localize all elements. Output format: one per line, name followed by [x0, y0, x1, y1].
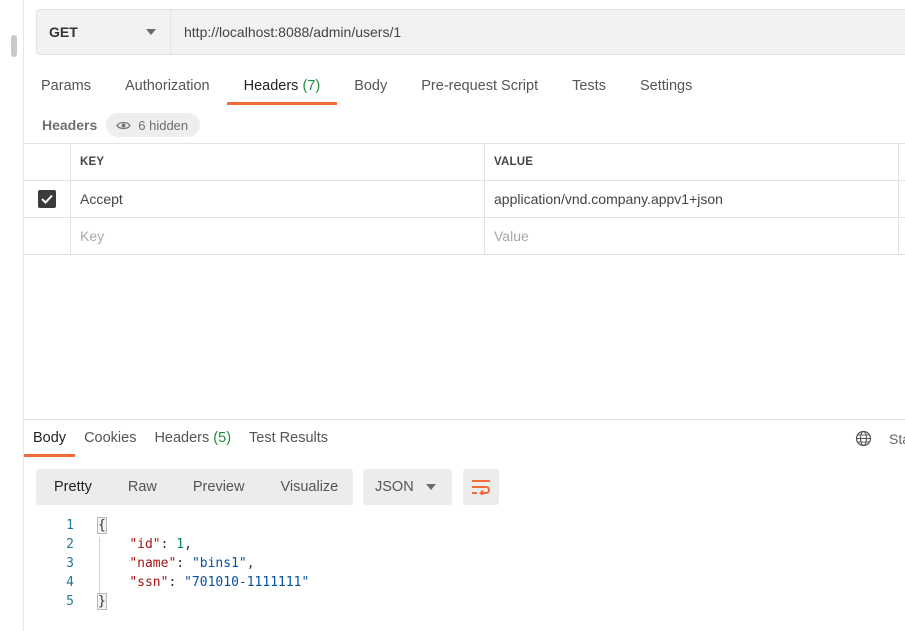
- line-number: 5: [66, 594, 74, 609]
- headers-table: KEY VALUE Accept application/vnd.company…: [24, 143, 905, 255]
- line-number: 3: [66, 556, 74, 571]
- view-preview-button[interactable]: Preview: [175, 469, 263, 505]
- line-number: 4: [66, 575, 74, 590]
- tab-tests[interactable]: Tests: [555, 70, 623, 105]
- wrap-lines-icon: [472, 480, 490, 495]
- tab-label: Params: [41, 78, 91, 94]
- code-line: 4 "ssn": "701010-1111111": [36, 573, 896, 592]
- method-label: GET: [49, 24, 78, 40]
- tab-authorization[interactable]: Authorization: [108, 70, 227, 105]
- table-header-row: KEY VALUE: [24, 144, 905, 181]
- tab-response-headers[interactable]: Headers (5): [145, 421, 240, 457]
- json-key: "ssn": [129, 575, 169, 590]
- header-key-cell[interactable]: Accept: [71, 181, 485, 217]
- json-value: 1: [176, 537, 185, 552]
- request-url-bar: GET http://localhost:8088/admin/users/1: [36, 9, 905, 55]
- tab-body[interactable]: Body: [337, 70, 404, 105]
- globe-icon[interactable]: [855, 430, 872, 450]
- tab-label: Body: [354, 78, 388, 94]
- header-enabled-checkbox[interactable]: [38, 190, 56, 208]
- header-value: application/vnd.company.appv1+json: [494, 191, 723, 207]
- tab-label: Cookies: [84, 430, 137, 446]
- line-number: 2: [66, 537, 74, 552]
- headers-bar: Headers 6 hidden: [42, 113, 201, 137]
- view-raw-button[interactable]: Raw: [110, 469, 175, 505]
- view-mode-group: Pretty Raw Preview Visualize: [36, 469, 353, 505]
- code-line: 3 "name": "bins1",: [36, 554, 896, 573]
- open-brace: {: [97, 517, 107, 534]
- code-line: 2 "id": 1,: [36, 535, 896, 554]
- value-column-header: VALUE: [494, 156, 534, 168]
- hidden-headers-toggle[interactable]: 6 hidden: [106, 113, 201, 137]
- json-key: "id": [129, 537, 161, 552]
- response-tabs: Body Cookies Headers (5) Test Results: [24, 421, 337, 457]
- tab-label: Headers: [154, 430, 210, 446]
- url-input[interactable]: http://localhost:8088/admin/users/1: [171, 24, 401, 40]
- left-scrollbar-track: [0, 0, 24, 631]
- method-select[interactable]: GET: [37, 10, 171, 54]
- tab-count: (7): [302, 78, 321, 94]
- key-placeholder: Key: [80, 228, 105, 244]
- hidden-count-label: 6 hidden: [138, 117, 189, 133]
- line-number: 1: [66, 518, 74, 533]
- chevron-down-icon: [146, 29, 156, 35]
- tab-settings[interactable]: Settings: [623, 70, 709, 105]
- wrap-lines-button[interactable]: [463, 469, 499, 505]
- table-row: Accept application/vnd.company.appv1+jso…: [24, 181, 905, 218]
- tab-label: Settings: [639, 78, 693, 94]
- key-column-header: KEY: [80, 156, 105, 168]
- tab-label: Test Results: [249, 430, 329, 446]
- tab-test-results[interactable]: Test Results: [240, 421, 337, 457]
- format-select[interactable]: JSON: [363, 469, 452, 505]
- json-comma: ,: [184, 537, 192, 552]
- code-line: 1{: [36, 516, 896, 535]
- request-tabs: Params Authorization Headers (7) Body Pr…: [24, 70, 709, 106]
- chevron-down-icon: [426, 484, 436, 490]
- scrollbar-thumb[interactable]: [11, 35, 17, 57]
- format-label: JSON: [375, 479, 414, 495]
- tab-headers[interactable]: Headers (7): [226, 70, 338, 105]
- json-value: "bins1": [191, 556, 247, 571]
- table-row-new: Key Value: [24, 218, 905, 255]
- tab-pre-request-script[interactable]: Pre-request Script: [404, 70, 555, 105]
- tab-params[interactable]: Params: [24, 70, 108, 105]
- pane-divider[interactable]: [24, 419, 905, 420]
- tab-label: Pre-request Script: [421, 78, 539, 94]
- status-label: Sta: [889, 431, 905, 447]
- checkmark-icon: [41, 194, 53, 204]
- eye-icon: [116, 120, 132, 131]
- tab-count: (5): [213, 430, 232, 446]
- header-key: Accept: [80, 191, 123, 207]
- tab-label: Body: [33, 430, 67, 446]
- new-value-input[interactable]: Value: [485, 218, 899, 254]
- json-value: "701010-1111111": [184, 575, 310, 590]
- json-key: "name": [129, 556, 177, 571]
- tab-label: Authorization: [124, 78, 210, 94]
- new-key-input[interactable]: Key: [71, 218, 485, 254]
- tab-response-body[interactable]: Body: [24, 421, 76, 457]
- value-placeholder: Value: [494, 228, 529, 244]
- tab-label: Tests: [572, 78, 606, 94]
- headers-title: Headers: [42, 117, 98, 133]
- header-value-cell[interactable]: application/vnd.company.appv1+json: [485, 181, 899, 217]
- check-column-header: [24, 144, 71, 180]
- json-comma: ,: [246, 556, 255, 571]
- tab-cookies[interactable]: Cookies: [75, 421, 145, 457]
- code-line: 5}: [36, 592, 896, 611]
- response-body-viewer[interactable]: 1{ 2 "id": 1, 3 "name": "bins1", 4 "ssn"…: [36, 516, 896, 611]
- view-pretty-button[interactable]: Pretty: [36, 469, 110, 505]
- view-visualize-button[interactable]: Visualize: [262, 469, 356, 505]
- tab-label: Headers: [243, 78, 299, 94]
- close-brace: }: [97, 593, 107, 610]
